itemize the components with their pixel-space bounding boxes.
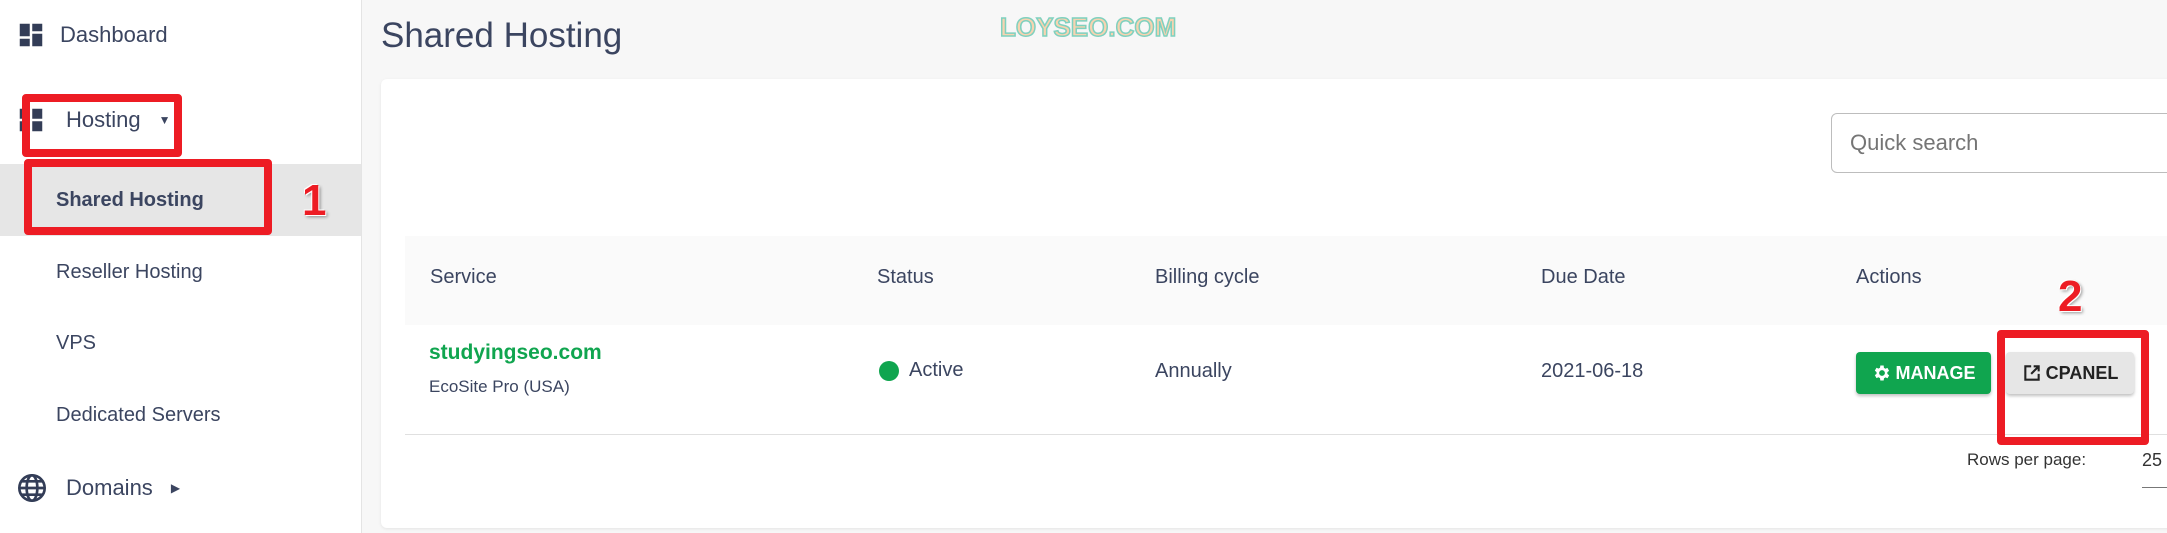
annotation-number-1: 1	[302, 176, 327, 225]
column-service[interactable]: Service	[430, 266, 497, 289]
sidebar-item-dashboard[interactable]: Dashboard	[0, 18, 360, 52]
sidebar-item-domains[interactable]: Domains ▶	[0, 470, 360, 506]
column-status[interactable]: Status	[877, 266, 934, 289]
column-actions: Actions	[1856, 266, 1922, 288]
page-title: Shared Hosting	[381, 16, 623, 55]
sidebar-item-label: Dashboard	[60, 22, 168, 47]
service-domain-link[interactable]: studyingseo.com	[429, 341, 602, 365]
rows-per-page-label: Rows per page:	[1967, 450, 2087, 469]
manage-button[interactable]: MANAGE	[1856, 352, 1991, 394]
sidebar: Dashboard Hosting ▼ Shared Hosting Resel…	[0, 0, 362, 533]
billing-cycle: Annually	[1155, 360, 1232, 382]
status-badge: Active	[879, 359, 963, 382]
column-billing-cycle[interactable]: Billing cycle	[1155, 266, 1259, 289]
quick-search-input[interactable]	[1831, 113, 2167, 173]
cpanel-label: CPANEL	[2045, 362, 2119, 383]
service-plan: EcoSite Pro (USA)	[429, 377, 570, 396]
globe-icon	[18, 474, 46, 502]
due-date: 2021-06-18	[1541, 360, 1644, 382]
annotation-number-2: 2	[2058, 272, 2083, 321]
sidebar-item-hosting[interactable]: Hosting ▼	[0, 102, 360, 138]
watermark: LOYSEO.COM	[999, 11, 1177, 43]
sidebar-item-reseller-hosting[interactable]: Reseller Hosting	[0, 236, 361, 308]
sidebar-item-label: Domains	[66, 475, 153, 500]
caret-right-icon: ▶	[170, 481, 181, 495]
cpanel-button[interactable]: CPANEL	[2006, 352, 2134, 394]
sidebar-item-dedicated-servers[interactable]: Dedicated Servers	[0, 379, 361, 451]
manage-label: MANAGE	[1895, 362, 1976, 383]
status-text: Active	[909, 359, 964, 381]
caret-down-icon: ▼	[158, 113, 171, 127]
status-dot-icon	[879, 360, 899, 381]
column-due-date[interactable]: Due Date	[1541, 266, 1626, 289]
rows-per-page-select[interactable]: 25	[2142, 450, 2167, 488]
sidebar-item-vps[interactable]: VPS	[0, 307, 361, 379]
hosting-icon	[19, 108, 43, 132]
sidebar-item-label: Hosting	[66, 107, 141, 132]
gear-icon	[1874, 365, 1889, 381]
dashboard-icon	[19, 23, 43, 47]
external-link-icon	[2023, 365, 2040, 381]
